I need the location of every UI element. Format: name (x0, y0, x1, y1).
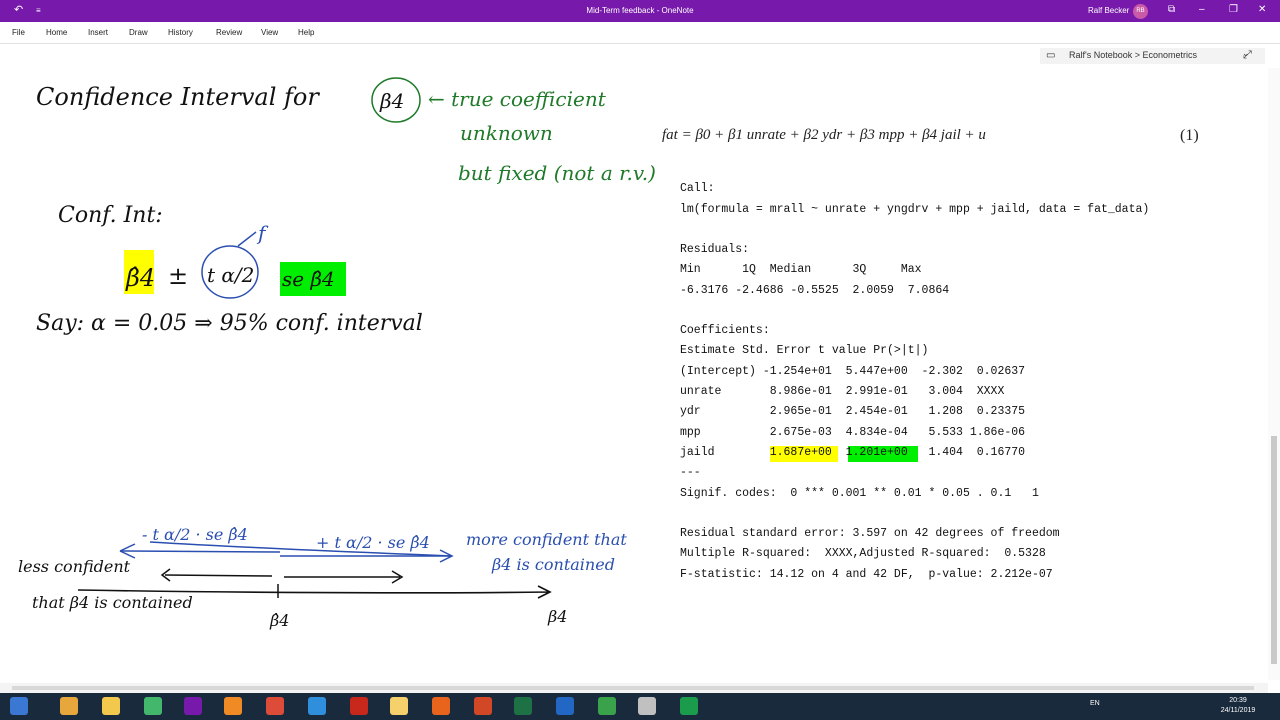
tab-home[interactable]: Home (46, 28, 67, 37)
language-indicator[interactable]: EN (1090, 700, 1100, 707)
clock-date: 24/11/2019 (1220, 707, 1256, 714)
system-clock[interactable]: 20:39 24/11/2019 (1214, 696, 1262, 716)
notebook-icon: ▭ (1046, 50, 1056, 61)
app-icon[interactable] (390, 697, 408, 715)
vertical-scrollbar[interactable] (1268, 68, 1280, 680)
note-fixed: but fixed (not a r.v.) (458, 161, 656, 185)
horizontal-scroll-thumb[interactable] (12, 686, 1254, 690)
label-plus-t: + t α/2 · se β̂4 (316, 533, 430, 552)
label-axis-beta: β4 (547, 607, 567, 626)
tab-history[interactable]: History (168, 28, 193, 37)
r-residuals-labels: Min 1Q Median 3Q Max (680, 263, 922, 276)
expand-icon[interactable]: ⤢ (1243, 49, 1252, 62)
media-player-icon[interactable] (224, 697, 242, 715)
r-call-header: Call: (680, 182, 715, 195)
tab-help[interactable]: Help (298, 28, 314, 37)
handwriting-conf-int: Conf. Int: (58, 203, 163, 228)
tab-review[interactable]: Review (216, 28, 242, 37)
r-call: lm(formula = mrall ~ unrate + yngdrv + m… (680, 203, 1150, 216)
clock-time: 20:39 (1229, 697, 1247, 704)
minimize-icon[interactable]: – (1199, 4, 1205, 15)
notebook-breadcrumb[interactable]: ▭ Ralf's Notebook > Econometrics ⌄ (1040, 48, 1265, 64)
app-icon[interactable] (598, 697, 616, 715)
model-equation: fat = β0 + β1 unrate + β2 ydr + β3 mpp +… (662, 127, 986, 143)
r-r-squared: Multiple R-squared: XXXX,Adjusted R-squa… (680, 547, 1046, 560)
equation-number: (1) (1180, 127, 1199, 144)
acrobat-icon[interactable] (350, 697, 368, 715)
note-unknown: unknown (460, 121, 553, 145)
app-icon[interactable] (638, 697, 656, 715)
vertical-scroll-thumb[interactable] (1271, 436, 1277, 664)
camtasia-icon[interactable] (680, 697, 698, 715)
chrome-icon[interactable] (266, 697, 284, 715)
tab-insert[interactable]: Insert (88, 28, 108, 37)
firefox-icon[interactable] (432, 697, 450, 715)
r-coef-columns: Estimate Std. Error t value Pr(>|t|) (680, 344, 929, 357)
horizontal-scrollbar[interactable] (0, 683, 1268, 693)
ribbon-tabs: File Home Insert Draw History Review Vie… (0, 22, 1280, 44)
formula-t: t α/2 (207, 263, 254, 287)
app-icon[interactable] (60, 697, 78, 715)
powerpoint-icon[interactable] (474, 697, 492, 715)
r-coef-row: ydr 2.965e-01 2.454e-01 1.208 0.23375 (680, 405, 1026, 418)
label-that-contained: that β4 is contained (32, 593, 193, 612)
close-icon[interactable]: ✕ (1258, 4, 1266, 15)
title-bar: ↶ ≡ Mid-Term feedback - OneNote Ralf Bec… (0, 0, 1280, 22)
start-icon[interactable] (10, 697, 28, 715)
r-coef-header: Coefficients: (680, 324, 770, 337)
r-separator: --- (680, 466, 701, 479)
formula-se: se β̂4 (282, 267, 335, 291)
r-coef-row: unrate 8.986e-01 2.991e-01 3.004 XXXX (680, 385, 1005, 398)
handwriting-say-line: Say: α = 0.05 ⇒ 95% conf. interval (36, 311, 423, 336)
label-more-confident: more confident that (466, 530, 627, 549)
r-residuals-values: -6.3176 -2.4686 -0.5525 2.0059 7.0864 (680, 284, 950, 297)
onenote-icon[interactable] (184, 697, 202, 715)
app-icon[interactable] (144, 697, 162, 715)
r-residual-se: Residual standard error: 3.597 on 42 deg… (680, 527, 1060, 540)
r-icon[interactable] (556, 697, 574, 715)
formula-f: f (256, 221, 269, 245)
tab-file[interactable]: File (12, 28, 25, 37)
excel-icon[interactable] (514, 697, 532, 715)
label-axis-beta-hat: β̂4 (269, 611, 289, 630)
avatar[interactable]: RB (1133, 4, 1148, 19)
notebook-label: Ralf's Notebook > Econometrics (1069, 50, 1198, 60)
r-residuals-header: Residuals: (680, 243, 750, 256)
r-coef-row: mpp 2.675e-03 4.834e-04 5.533 1.86e-06 (680, 426, 1026, 439)
handwriting-title: Confidence Interval for (36, 83, 320, 111)
r-coef-row: (Intercept) -1.254e+01 5.447e+00 -2.302 … (680, 365, 1026, 378)
file-explorer-icon[interactable] (102, 697, 120, 715)
label-beta-contained: β4 is contained (491, 555, 615, 574)
label-less-confident: less confident (18, 557, 131, 576)
r-coef-row: jaild 1.687e+00 1.201e+00 1.404 0.16770 (680, 446, 1026, 459)
r-signif-codes: Signif. codes: 0 *** 0.001 ** 0.01 * 0.0… (680, 487, 1039, 500)
ribbon-display-icon[interactable]: ⧉ (1168, 4, 1175, 15)
tab-draw[interactable]: Draw (129, 28, 148, 37)
taskbar: EN 20:39 24/11/2019 (0, 693, 1280, 720)
label-minus-t: - t α/2 · se β̂4 (142, 525, 248, 544)
user-name[interactable]: Ralf Becker (1088, 6, 1129, 15)
handwriting-beta4: β4 (379, 89, 404, 113)
formula-plus-minus: ± (168, 262, 188, 290)
tab-view[interactable]: View (261, 28, 278, 37)
r-f-statistic: F-statistic: 14.12 on 4 and 42 DF, p-val… (680, 568, 1053, 581)
handwriting-canvas[interactable]: Confidence Interval for β4 ← true coeffi… (0, 43, 670, 683)
note-true-coefficient: ← true coefficient (428, 87, 607, 111)
formula-beta-hat: β̂4 (125, 264, 155, 292)
edge-icon[interactable] (308, 697, 326, 715)
maximize-icon[interactable]: ❐ (1229, 4, 1238, 15)
